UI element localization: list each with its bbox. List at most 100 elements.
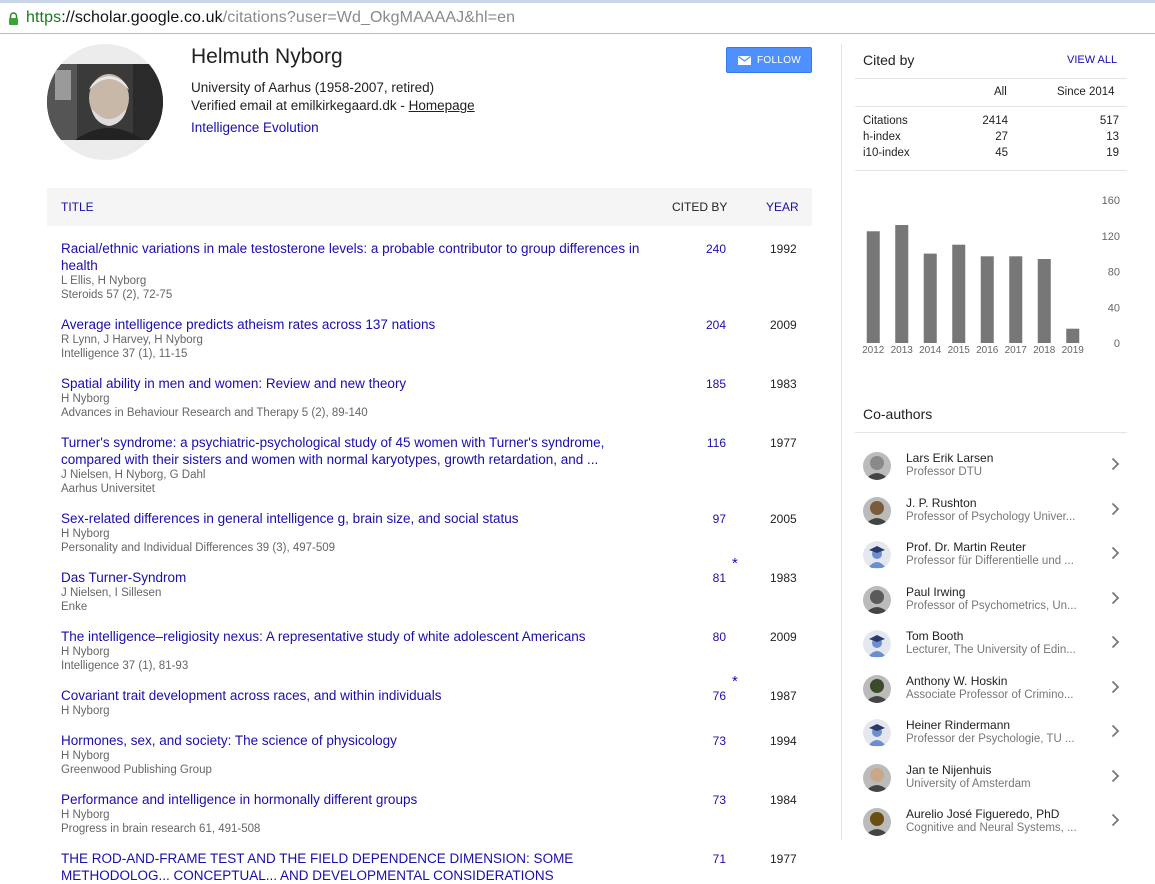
y-tick-label: 120 <box>1102 231 1120 243</box>
publication-title[interactable]: Spatial ability in men and women: Review… <box>61 375 665 392</box>
coauthor-name: Heiner Rindermann <box>906 718 1011 732</box>
cited-by-count[interactable]: 116 <box>707 436 726 450</box>
publication-title[interactable]: Covariant trait development across races… <box>61 687 665 704</box>
chart-bar[interactable] <box>895 225 909 343</box>
coauthor-item[interactable]: Tom Booth Lecturer, The University of Edi… <box>855 626 1127 670</box>
chart-bar[interactable] <box>980 256 994 343</box>
coauthor-avatar-photo <box>863 674 891 703</box>
chart-bar[interactable] <box>1037 258 1051 343</box>
x-tick-label: 2018 <box>1033 345 1056 356</box>
metric-all: 2414 <box>982 115 1008 127</box>
cited-by-count[interactable]: 204 <box>706 318 726 332</box>
chart-bar[interactable] <box>1066 328 1080 343</box>
sort-by-cited[interactable]: CITED BY <box>672 200 727 214</box>
publication-title[interactable]: Racial/ethnic variations in male testost… <box>61 240 665 274</box>
coauthor-item[interactable]: Heiner Rindermann Professor der Psycholog… <box>855 715 1127 759</box>
publication-title[interactable]: The intelligence–religiosity nexus: A re… <box>61 628 665 645</box>
cited-by-count[interactable]: 81 <box>713 571 726 585</box>
follow-label: FOLLOW <box>757 55 802 66</box>
chart-bar[interactable] <box>923 253 937 343</box>
publication-title[interactable]: Sex-related differences in general intel… <box>61 510 665 527</box>
publication-year: 1983 <box>770 377 797 391</box>
divider <box>855 170 1127 171</box>
publication-venue: Personality and Individual Differences 3… <box>61 542 336 554</box>
coauthor-item[interactable]: J. P. Rushton Professor of Psychology Uni… <box>855 493 1127 537</box>
publication-title[interactable]: Hormones, sex, and society: The science … <box>61 732 665 749</box>
coauthor-name: Aurelio José Figueredo, PhD <box>906 807 1060 821</box>
chart-bar[interactable] <box>952 244 966 343</box>
coauthor-avatar-photo <box>863 452 891 480</box>
publication-title[interactable]: Turner's syndrome: a psychiatric-psychol… <box>61 434 665 468</box>
cited-by-title: Cited by <box>863 52 915 68</box>
coauthor-name: Jan te Nijenhuis <box>906 762 992 777</box>
url-protocol: https <box>26 9 62 26</box>
chevron-right-icon <box>1111 769 1120 782</box>
col-header-all: All <box>994 86 1007 98</box>
chevron-right-icon <box>1111 724 1120 738</box>
publication-title[interactable]: Average intelligence predicts atheism ra… <box>61 316 665 333</box>
coauthor-affiliation: Professor of Psychology Univer... <box>906 510 1076 523</box>
cited-by-count[interactable]: 73 <box>713 734 726 748</box>
interest-link[interactable]: Intelligence Evolution <box>191 120 319 135</box>
chevron-right-icon <box>1111 546 1120 560</box>
chart-bar[interactable] <box>866 231 880 343</box>
publication-title[interactable]: THE ROD-AND-FRAME TEST AND THE FIELD DEP… <box>61 850 665 884</box>
view-all-link[interactable]: VIEW ALL <box>1067 54 1117 66</box>
chevron-right-icon <box>1111 502 1120 515</box>
chart-bar[interactable] <box>1009 256 1023 343</box>
publication-venue: Progress in brain research 61, 491-508 <box>61 823 261 835</box>
publication-title[interactable]: Performance and intelligence in hormonal… <box>61 791 665 808</box>
merged-citation-star: * <box>732 555 738 572</box>
coauthor-item[interactable]: Paul Irwing Professor of Psychometrics, U… <box>855 582 1127 626</box>
coauthor-affiliation: Professor DTU <box>906 466 983 478</box>
address-bar[interactable]: https://scholar.google.co.uk/citations?u… <box>0 3 1155 34</box>
profile-affiliation: University of Aarhus (1958-2007, retired… <box>191 80 435 95</box>
publication-authors: H Nyborg <box>61 393 110 405</box>
publication-venue: Greenwood Publishing Group <box>61 764 212 776</box>
coauthor-item[interactable]: Anthony W. Hoskin Associate Professor of … <box>855 671 1127 715</box>
coauthor-item[interactable]: Lars Erik Larsen Professor DTU <box>855 448 1127 492</box>
x-tick-label: 2014 <box>919 345 942 356</box>
url-text[interactable]: https://scholar.google.co.uk/citations?u… <box>26 9 515 27</box>
chevron-right-icon <box>1111 813 1120 827</box>
y-tick-label: 40 <box>1108 302 1120 314</box>
follow-button[interactable]: FOLLOW <box>726 47 812 73</box>
col-header-since: Since 2014 <box>1057 86 1115 98</box>
coauthors-title: Co-authors <box>863 406 933 422</box>
sort-by-title[interactable]: TITLE <box>61 200 94 214</box>
cited-by-count[interactable]: 80 <box>713 630 726 644</box>
publication-authors: H Nyborg <box>61 646 110 658</box>
publication-year: 1992 <box>770 242 797 256</box>
envelope-icon <box>738 56 751 65</box>
profile-avatar <box>47 44 163 160</box>
coauthor-affiliation: Professor of Psychometrics, Un... <box>906 599 1077 612</box>
cited-by-count[interactable]: 97 <box>713 512 726 526</box>
homepage-link[interactable]: Homepage <box>409 98 475 113</box>
publication-venue: Steroids 57 (2), 72-75 <box>61 289 173 301</box>
cited-by-count[interactable]: 73 <box>713 793 726 807</box>
cited-by-count[interactable]: 240 <box>706 242 726 256</box>
cited-by-count[interactable]: 185 <box>706 377 726 391</box>
merged-citation-star: * <box>732 673 738 690</box>
publication-authors: H Nyborg <box>61 705 110 717</box>
url-host: ://scholar.google.co.uk <box>61 9 223 26</box>
metric-label: h-index <box>863 131 901 143</box>
sort-by-year[interactable]: YEAR <box>766 200 799 214</box>
coauthor-name: Paul Irwing <box>906 584 966 599</box>
publication-year: 1977 <box>770 852 797 866</box>
coauthor-item[interactable]: Prof. Dr. Martin Reuter Professor für Dif… <box>855 537 1127 581</box>
cited-by-count[interactable]: 71 <box>713 852 726 866</box>
publication-authors: R Lynn, J Harvey, H Nyborg <box>61 334 203 346</box>
metric-since: 517 <box>1099 115 1119 127</box>
coauthor-affiliation: Associate Professor of Crimino... <box>906 688 1074 701</box>
coauthor-item[interactable]: Aurelio José Figueredo, PhD Cognitive and… <box>855 804 1127 848</box>
coauthor-affiliation: Professor für Differentielle und ... <box>906 555 1074 567</box>
publication-year: 2005 <box>770 512 797 526</box>
cited-by-count[interactable]: 76 <box>713 689 726 703</box>
x-tick-label: 2012 <box>862 345 885 356</box>
coauthor-item[interactable]: Jan te Nijenhuis University of Amsterdam <box>855 760 1127 804</box>
publication-year: 1987 <box>770 689 797 703</box>
publication-title[interactable]: Das Turner-Syndrom <box>61 569 665 586</box>
x-tick-label: 2019 <box>1062 345 1085 356</box>
publication-year: 1994 <box>770 734 797 748</box>
